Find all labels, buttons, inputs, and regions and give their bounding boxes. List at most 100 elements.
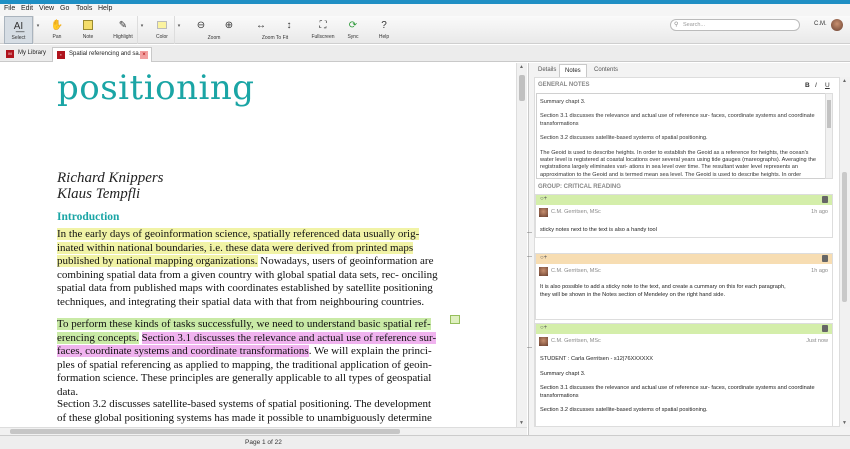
- fit-height-icon: ↕: [286, 20, 292, 31]
- note-button[interactable]: Note: [76, 16, 100, 44]
- note-author: C.M. Gerritsen, MSc: [551, 268, 601, 274]
- toolbar: A͟I Select ▾ ✋ Pan Note ✎ Highlight ▾ Co…: [0, 16, 850, 44]
- note-card-1[interactable]: ○+ C.M. Gerritsen, MSc 1h ago sticky not…: [535, 194, 833, 238]
- delete-icon[interactable]: [822, 325, 828, 332]
- mendeley-icon: M: [6, 50, 14, 58]
- sync-button[interactable]: ⟳ Sync: [341, 16, 365, 44]
- menu-file[interactable]: File: [4, 5, 15, 12]
- help-button[interactable]: ? Help: [372, 16, 396, 44]
- highlight-dropdown[interactable]: ▾: [137, 16, 146, 44]
- menu-view[interactable]: View: [39, 5, 54, 12]
- pdf-icon: ▪: [57, 51, 65, 59]
- tab-notes[interactable]: Notes: [559, 64, 587, 77]
- highlight-button[interactable]: ✎ Highlight: [108, 16, 138, 44]
- page-indicator: Page 1 of 22: [245, 439, 282, 446]
- note-author: C.M. Gerritsen, MSc: [551, 209, 601, 215]
- document-authors: Richard Knippers Klaus Tempfli: [57, 170, 164, 202]
- select-dropdown[interactable]: ▾: [33, 16, 42, 44]
- expand-icon[interactable]: ○+: [540, 196, 547, 202]
- notes-scrollbar[interactable]: ▲ ▼: [840, 77, 850, 427]
- sync-icon: ⟳: [348, 20, 358, 31]
- select-button[interactable]: A͟I Select: [4, 16, 33, 44]
- scroll-down-icon[interactable]: ▼: [842, 420, 847, 426]
- hand-icon: ✋: [50, 20, 64, 31]
- help-icon: ?: [381, 20, 387, 31]
- status-bar: Page 1 of 22: [0, 435, 850, 449]
- hscroll-thumb[interactable]: [10, 429, 400, 434]
- sticky-note-icon: [81, 19, 95, 33]
- tab-my-library[interactable]: M My Library: [2, 47, 48, 62]
- user-name[interactable]: C.M.: [814, 21, 827, 27]
- avatar: [539, 208, 548, 217]
- section-title: Introduction: [57, 211, 120, 223]
- note-text[interactable]: sticky notes next to the text is also a …: [540, 227, 825, 241]
- menu-bar: File Edit View Go Tools Help: [0, 4, 850, 16]
- zoom-to-fit-label: Zoom To Fit: [261, 35, 289, 41]
- search-icon: ⚲: [674, 22, 679, 28]
- note-time: 1h ago: [811, 268, 828, 274]
- mendeley-window: { "menu": {"file": "File", "edit": "Edit…: [0, 0, 850, 449]
- expand-icon[interactable]: ○+: [540, 255, 547, 261]
- menu-help[interactable]: Help: [98, 5, 112, 12]
- color-dropdown[interactable]: ▾: [174, 16, 183, 44]
- group-header: GROUP: CRITICAL READING: [538, 184, 621, 190]
- general-notes-editor[interactable]: Summary chapt 3. Section 3.1 discusses t…: [536, 93, 826, 179]
- bold-button[interactable]: B: [805, 82, 810, 89]
- note-time: Just now: [806, 338, 828, 344]
- note-card-bar: [536, 324, 832, 334]
- note-text[interactable]: STUDENT : Carla Gerritsen - s12|76XXXXXX…: [540, 356, 825, 422]
- delete-icon[interactable]: [822, 255, 828, 262]
- fullscreen-icon: ⛶: [319, 20, 327, 31]
- note-card-2[interactable]: ○+ C.M. Gerritsen, MSc 1h ago It is also…: [535, 253, 833, 320]
- document-tabs: M My Library ▪ Spatial referencing and s…: [0, 45, 850, 62]
- general-notes-scroll-thumb[interactable]: [827, 100, 831, 128]
- color-swatch-icon: [155, 19, 169, 33]
- italic-button[interactable]: I: [815, 82, 817, 89]
- note-card-bar: [536, 254, 832, 264]
- document-horizontal-scrollbar[interactable]: [0, 427, 527, 435]
- avatar: [539, 267, 548, 276]
- sticky-note-marker-icon[interactable]: [450, 315, 460, 324]
- general-notes-scrollbar[interactable]: [825, 93, 833, 179]
- note-time: 1h ago: [811, 209, 828, 215]
- highlighter-icon: ✎: [118, 20, 128, 31]
- note-anchor-marker: —: [527, 345, 532, 351]
- menu-go[interactable]: Go: [60, 5, 69, 12]
- user-avatar[interactable]: [831, 19, 843, 31]
- paragraph-2[interactable]: To perform these kinds of tasks successf…: [57, 318, 439, 399]
- search-input[interactable]: ⚲ Search...: [670, 19, 800, 31]
- underline-button[interactable]: U: [825, 82, 830, 89]
- fullscreen-button[interactable]: ⛶ Fullscreen: [308, 16, 338, 44]
- paragraph-3: Section 3.2 discusses satellite-based sy…: [57, 398, 432, 424]
- menu-edit[interactable]: Edit: [21, 5, 33, 12]
- general-notes-header: GENERAL NOTES: [538, 82, 590, 88]
- zoom-out-icon: ⊖: [196, 20, 206, 31]
- tab-details[interactable]: Details: [533, 64, 561, 77]
- expand-icon[interactable]: ○+: [540, 325, 547, 331]
- notes-scroll-thumb[interactable]: [842, 172, 847, 302]
- paragraph-1[interactable]: In the early days of geoinformation scie…: [57, 228, 439, 309]
- note-anchor-marker: —: [527, 230, 532, 236]
- zoom-in-icon: ⊕: [224, 20, 234, 31]
- tab-contents[interactable]: Contents: [589, 64, 623, 77]
- document-vertical-scrollbar[interactable]: ▲ ▼: [516, 63, 527, 427]
- scroll-thumb[interactable]: [519, 75, 525, 101]
- tab-document[interactable]: ▪ Spatial referencing and sa... ×: [52, 47, 152, 62]
- scroll-up-icon[interactable]: ▲: [842, 78, 847, 84]
- note-card-3[interactable]: ○+ C.M. Gerritsen, MSc Just now STUDENT …: [535, 323, 833, 427]
- document-heading: positioning: [57, 68, 255, 108]
- delete-icon[interactable]: [822, 196, 828, 203]
- note-text[interactable]: It is also possible to add a sticky note…: [540, 284, 825, 299]
- avatar: [539, 337, 548, 346]
- fit-width-icon: ↔: [256, 20, 266, 31]
- pan-button[interactable]: ✋ Pan: [45, 16, 69, 44]
- note-card-bar: [536, 195, 832, 205]
- note-author: C.M. Gerritsen, MSc: [551, 338, 601, 344]
- color-button[interactable]: Color: [148, 16, 176, 44]
- scroll-up-icon[interactable]: ▲: [519, 64, 524, 70]
- scroll-down-icon[interactable]: ▼: [519, 420, 524, 426]
- select-text-icon: A͟I: [13, 21, 24, 32]
- close-tab-icon[interactable]: ×: [140, 51, 148, 59]
- menu-tools[interactable]: Tools: [76, 5, 92, 12]
- note-anchor-marker: —: [527, 254, 532, 260]
